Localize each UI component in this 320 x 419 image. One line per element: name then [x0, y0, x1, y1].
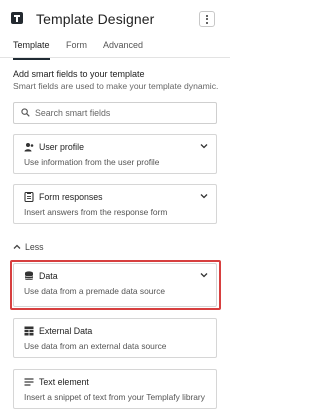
kebab-menu-icon[interactable]	[199, 11, 215, 27]
chevron-down-icon[interactable]	[200, 142, 208, 150]
templafy-logo-icon	[11, 12, 23, 24]
card-description: Use information from the user profile	[24, 157, 160, 167]
chevron-down-icon[interactable]	[200, 192, 208, 200]
highlight-box	[10, 260, 221, 310]
card-description: Insert a snippet of text from your Templ…	[24, 392, 205, 402]
intro-subtitle: Smart fields are used to make your templ…	[13, 81, 219, 91]
card-title: Form responses	[39, 192, 103, 202]
card-description: Use data from an external data source	[24, 341, 167, 351]
card-title: External Data	[39, 326, 93, 336]
tabs-divider	[0, 57, 230, 58]
app-header: Template Designer	[0, 0, 230, 36]
form-responses-icon	[24, 192, 34, 202]
chevron-up-icon	[13, 244, 21, 249]
card-title: Text element	[39, 377, 89, 387]
intro-title: Add smart fields to your template	[13, 69, 145, 79]
search-placeholder: Search smart fields	[35, 108, 111, 118]
tab-advanced[interactable]: Advanced	[103, 40, 143, 56]
less-label: Less	[25, 242, 44, 252]
search-input[interactable]: Search smart fields	[13, 102, 217, 124]
card-description: Insert answers from the response form	[24, 207, 168, 217]
tab-form[interactable]: Form	[66, 40, 87, 56]
search-icon	[21, 108, 30, 117]
card-form-responses[interactable]: Form responses Insert answers from the r…	[13, 184, 217, 224]
card-text-element[interactable]: Text element Insert a snippet of text fr…	[13, 369, 217, 409]
app-title: Template Designer	[36, 11, 155, 27]
tab-template[interactable]: Template	[13, 40, 50, 60]
card-title: User profile	[39, 142, 84, 152]
user-profile-icon	[24, 143, 34, 152]
tab-bar: Template Form Advanced	[0, 38, 230, 60]
external-data-icon	[24, 326, 34, 336]
less-toggle[interactable]: Less	[13, 241, 44, 253]
card-external-data[interactable]: External Data Use data from an external …	[13, 318, 217, 358]
text-element-icon	[24, 378, 34, 386]
card-user-profile[interactable]: User profile Use information from the us…	[13, 134, 217, 174]
